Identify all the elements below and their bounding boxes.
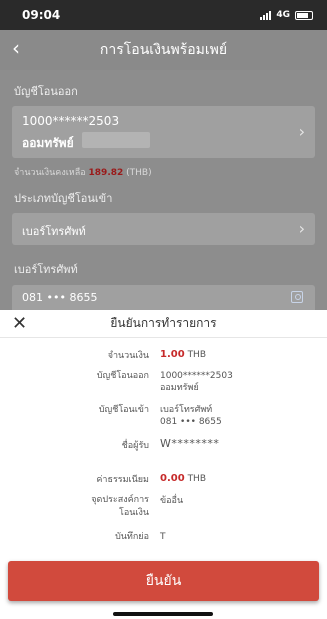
purpose-label-line1: จุดประสงค์การ <box>91 495 149 505</box>
sheet-header: ✕ ยืนยันการทำรายการ <box>0 310 327 338</box>
to-account-type-value: เบอร์โทรศัพท์ <box>160 405 213 415</box>
to-type-section-label: ประเภทบัญชีโอนเข้า <box>14 192 113 205</box>
from-account-number: 1000******2503 <box>22 114 120 128</box>
to-account-label: บัญชีโอนเข้า <box>98 405 149 415</box>
to-account-phone-value: 081 ••• 8655 <box>160 417 222 427</box>
from-account-section-label: บัญชีโอนออก <box>14 85 78 98</box>
phone-section-label: เบอร์โทรศัพท์ <box>14 263 78 276</box>
balance-amount: 189.82 <box>88 168 124 178</box>
amount-number: 1.00 <box>160 349 185 360</box>
payee-value: W******** <box>160 437 220 450</box>
fee-number: 0.00 <box>160 473 185 484</box>
fee-unit: THB <box>187 474 207 484</box>
close-icon[interactable]: ✕ <box>12 314 27 334</box>
to-type-value: เบอร์โทรศัพท์ <box>22 225 86 238</box>
to-type-select[interactable]: เบอร์โทรศัพท์ › <box>12 213 315 245</box>
fee-value: 0.00 THB <box>160 473 206 485</box>
nav-bar: ‹ การโอนเงินพร้อมเพย์ <box>0 30 327 70</box>
account-name-redaction <box>82 132 150 148</box>
back-chevron-icon[interactable]: ‹ <box>12 38 20 58</box>
balance-line: จำนวนเงินคงเหลือ 189.82 (THB) <box>14 165 152 179</box>
amount-unit: THB <box>187 350 207 360</box>
sheet-title: ยืนยันการทำรายการ <box>110 316 217 330</box>
amount-label: จำนวนเงิน <box>107 351 149 361</box>
home-indicator <box>113 612 213 616</box>
purpose-value: ข้ออื่น <box>160 496 184 506</box>
battery-icon <box>295 10 313 20</box>
purpose-label-line2: โอนเงิน <box>118 508 149 518</box>
signal-icon <box>260 10 272 20</box>
confirm-button[interactable]: ยืนยัน <box>8 561 319 601</box>
from-account-card[interactable]: 1000******2503 ออมทรัพย์ › <box>12 106 315 158</box>
network-label: 4G <box>276 10 290 20</box>
status-time: 09:04 <box>22 8 61 22</box>
payee-label: ชื่อผู้รับ <box>121 441 149 451</box>
memo-value: T <box>160 532 166 542</box>
from-account-type-value: ออมทรัพย์ <box>160 383 199 393</box>
from-account-number-value: 1000******2503 <box>160 371 233 381</box>
status-bar: 09:04 4G <box>0 0 327 30</box>
chevron-right-icon: › <box>298 219 305 238</box>
page-title: การโอนเงินพร้อมเพย์ <box>99 42 228 58</box>
balance-label: จำนวนเงินคงเหลือ <box>14 168 86 178</box>
memo-label: บันทึกย่อ <box>115 532 149 542</box>
phone-input[interactable]: 081 ••• 8655 <box>12 285 315 310</box>
from-account-label: บัญชีโอนออก <box>96 371 149 381</box>
amount-value: 1.00 THB <box>160 349 206 361</box>
contact-book-icon[interactable] <box>291 291 303 303</box>
phone-value: 081 ••• 8655 <box>22 291 98 304</box>
fee-label: ค่าธรรมเนียม <box>96 475 149 485</box>
balance-currency: (THB) <box>126 168 152 178</box>
transfer-form: บัญชีโอนออก 1000******2503 ออมทรัพย์ › จ… <box>0 70 327 310</box>
from-account-type: ออมทรัพย์ <box>22 136 74 150</box>
status-indicators: 4G <box>260 10 313 20</box>
chevron-right-icon: › <box>298 122 305 141</box>
